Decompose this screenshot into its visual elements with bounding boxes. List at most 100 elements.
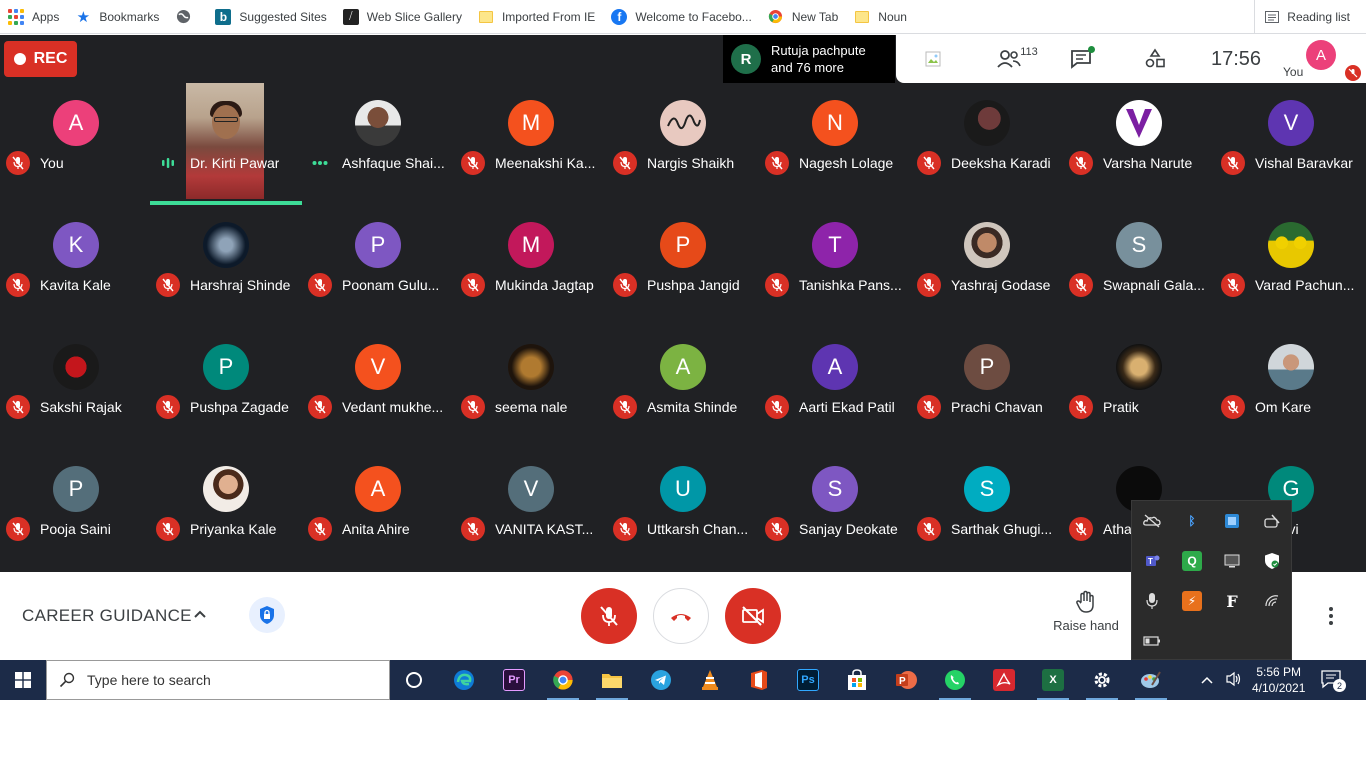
taskbar-telegram[interactable] bbox=[637, 660, 685, 700]
bluetooth-icon[interactable]: ᛒ bbox=[1182, 511, 1202, 531]
participant-tile[interactable]: P Pushpa Zagade bbox=[150, 327, 302, 449]
participant-tile[interactable]: V Vedant mukhe... bbox=[302, 327, 454, 449]
participant-tile[interactable]: Pratik bbox=[1063, 327, 1215, 449]
chevron-up-icon[interactable] bbox=[193, 606, 207, 622]
bookmark-imported-from-ie[interactable]: Imported From IE bbox=[478, 9, 595, 25]
bookmark-suggested-sites[interactable]: b Suggested Sites bbox=[215, 8, 327, 25]
reading-list-button[interactable]: Reading list bbox=[1254, 0, 1350, 34]
bookmark-web-slice-gallery[interactable]: ⧸ Web Slice Gallery bbox=[342, 8, 462, 25]
self-avatar[interactable]: A bbox=[1306, 31, 1336, 79]
participant-name: Pooja Saini bbox=[40, 521, 111, 537]
participant-tile[interactable]: Sakshi Rajak bbox=[0, 327, 152, 449]
taskbar-paint[interactable] bbox=[1127, 660, 1175, 700]
participant-tile[interactable]: Yashraj Godase bbox=[911, 205, 1063, 327]
taskbar-chrome[interactable] bbox=[539, 660, 587, 700]
participant-tile[interactable]: S Sarthak Ghugi... bbox=[911, 449, 1063, 571]
taskbar-edge[interactable] bbox=[440, 660, 488, 700]
font-app-icon[interactable]: F bbox=[1222, 591, 1242, 611]
participant-tile[interactable]: M Mukinda Jagtap bbox=[455, 205, 607, 327]
notifications-button[interactable]: 2 bbox=[1320, 669, 1346, 694]
onedrive-off-icon[interactable] bbox=[1142, 511, 1162, 531]
microphone-icon[interactable] bbox=[1142, 591, 1162, 611]
participant-tile[interactable]: P Prachi Chavan bbox=[911, 327, 1063, 449]
taskbar-excel[interactable]: X bbox=[1029, 660, 1077, 700]
participant-tile[interactable]: T Tanishka Pans... bbox=[759, 205, 911, 327]
taskbar-office[interactable] bbox=[735, 660, 783, 700]
defender-shield-icon[interactable] bbox=[1262, 551, 1282, 571]
activities-button[interactable] bbox=[1140, 35, 1170, 83]
mic-toggle-button[interactable] bbox=[581, 588, 637, 644]
presenter-chip[interactable]: R Rutuja pachpute and 76 more bbox=[723, 35, 895, 83]
participant-avatar: A bbox=[660, 344, 706, 390]
bookmark-facebook[interactable]: f Welcome to Facebo... bbox=[611, 8, 752, 25]
bookmark-bookmarks[interactable]: ★ Bookmarks bbox=[75, 9, 160, 26]
participant-tile[interactable]: V VANITA KAST... bbox=[455, 449, 607, 571]
bookmark-new-tab[interactable]: New Tab bbox=[768, 9, 838, 25]
participant-tile[interactable]: Dr. Kirti Pawar bbox=[150, 83, 302, 205]
taskbar-file-explorer[interactable] bbox=[588, 660, 636, 700]
participant-tile[interactable]: P Poonam Gulu... bbox=[302, 205, 454, 327]
cortana-button[interactable] bbox=[390, 660, 438, 700]
participant-tile[interactable]: Om Kare bbox=[1215, 327, 1366, 449]
taskbar-settings[interactable] bbox=[1078, 660, 1126, 700]
participants-count: 113 bbox=[1020, 46, 1038, 58]
participant-name: VANITA KAST... bbox=[495, 521, 594, 537]
bookmark-noun[interactable]: Noun bbox=[854, 9, 907, 25]
participant-tile[interactable]: A Asmita Shinde bbox=[607, 327, 759, 449]
participant-tile[interactable]: Varsha Narute bbox=[1063, 83, 1215, 205]
host-controls-button[interactable] bbox=[249, 597, 285, 633]
participant-tile[interactable]: Nargis Shaikh bbox=[607, 83, 759, 205]
you-label: You bbox=[1283, 65, 1304, 79]
participant-avatar: U bbox=[660, 466, 706, 512]
chat-button[interactable] bbox=[1066, 35, 1096, 83]
app-orange-icon[interactable]: ⚡ bbox=[1182, 591, 1202, 611]
battery-icon[interactable] bbox=[1142, 631, 1162, 651]
participant-tile[interactable]: U Uttkarsh Chan... bbox=[607, 449, 759, 571]
participant-tile[interactable]: A Aarti Ekad Patil bbox=[759, 327, 911, 449]
wifi-icon[interactable] bbox=[1262, 591, 1282, 611]
participant-tile[interactable]: Deeksha Karadi bbox=[911, 83, 1063, 205]
bookmark-apps[interactable]: Apps bbox=[8, 8, 59, 25]
participant-tile[interactable]: S Swapnali Gala... bbox=[1063, 205, 1215, 327]
participant-tile[interactable]: A Anita Ahire bbox=[302, 449, 454, 571]
participant-tile[interactable]: P Pooja Saini bbox=[0, 449, 152, 571]
participant-tile[interactable]: Ashfaque Shai... bbox=[302, 83, 454, 205]
bookmark-label: Web Slice Gallery bbox=[366, 9, 462, 24]
show-hidden-icons-button[interactable] bbox=[1200, 672, 1214, 690]
mic-off-icon bbox=[1221, 395, 1245, 419]
participant-tile[interactable]: V Vishal Baravkar bbox=[1215, 83, 1366, 205]
participant-tile[interactable]: Harshraj Shinde bbox=[150, 205, 302, 327]
taskbar-vlc[interactable] bbox=[686, 660, 734, 700]
leave-call-button[interactable] bbox=[653, 588, 709, 644]
taskbar-premiere[interactable]: Pr bbox=[490, 660, 538, 700]
teams-icon[interactable]: T bbox=[1142, 551, 1162, 571]
participant-tile[interactable]: N Nagesh Lolage bbox=[759, 83, 911, 205]
camera-toggle-button[interactable] bbox=[725, 588, 781, 644]
more-options-button[interactable] bbox=[1328, 606, 1334, 626]
quick-heal-icon[interactable]: Q bbox=[1182, 551, 1202, 571]
participant-tile[interactable]: M Meenakshi Ka... bbox=[455, 83, 607, 205]
network-app-icon[interactable] bbox=[1222, 511, 1242, 531]
display-icon[interactable] bbox=[1222, 551, 1242, 571]
taskbar-whatsapp[interactable] bbox=[931, 660, 979, 700]
taskbar-store[interactable] bbox=[833, 660, 881, 700]
pen-device-icon[interactable] bbox=[1262, 511, 1282, 531]
raise-hand-button[interactable]: Raise hand bbox=[1046, 590, 1126, 633]
participant-tile[interactable]: K Kavita Kale bbox=[0, 205, 152, 327]
taskbar-acrobat[interactable] bbox=[980, 660, 1028, 700]
participant-tile[interactable]: Priyanka Kale bbox=[150, 449, 302, 571]
volume-button[interactable] bbox=[1225, 671, 1243, 692]
meeting-title[interactable]: CAREER GUIDANCE bbox=[22, 606, 192, 626]
participants-button[interactable]: 113 bbox=[992, 35, 1042, 83]
participant-tile[interactable]: S Sanjay Deokate bbox=[759, 449, 911, 571]
participant-tile[interactable]: A You bbox=[0, 83, 152, 205]
start-button[interactable] bbox=[0, 660, 46, 700]
bookmark-globe[interactable] bbox=[175, 9, 199, 25]
participant-tile[interactable]: Varad Pachun... bbox=[1215, 205, 1366, 327]
system-clock[interactable]: 5:56 PM 4/10/2021 bbox=[1252, 660, 1305, 700]
participant-tile[interactable]: seema nale bbox=[455, 327, 607, 449]
taskbar-photoshop[interactable]: Ps bbox=[784, 660, 832, 700]
taskbar-powerpoint[interactable]: P bbox=[882, 660, 930, 700]
participant-tile[interactable]: P Pushpa Jangid bbox=[607, 205, 759, 327]
taskbar-search-box[interactable]: Type here to search bbox=[46, 660, 390, 700]
